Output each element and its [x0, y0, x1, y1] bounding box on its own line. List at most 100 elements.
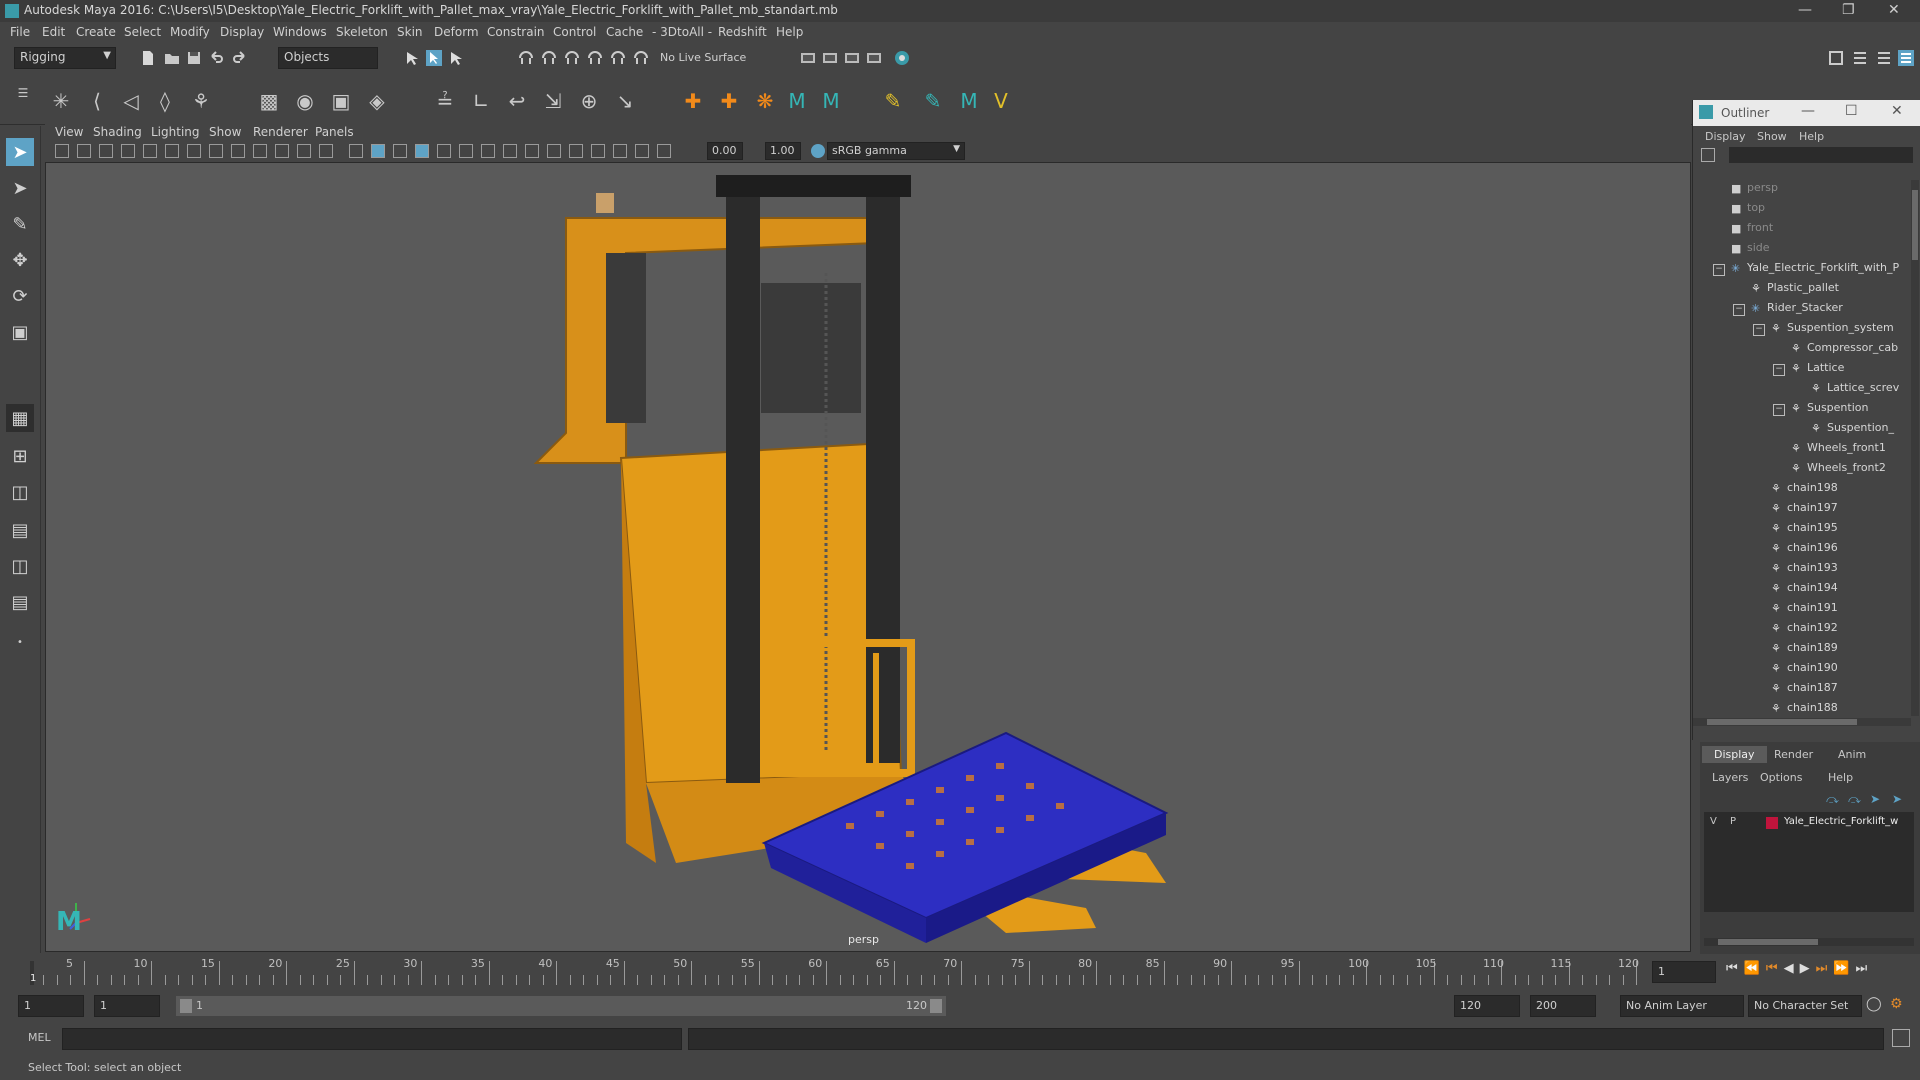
xray-icon[interactable] [569, 144, 583, 158]
prev-key-icon[interactable]: ⏮ [1766, 961, 1784, 976]
character-set-dropdown[interactable]: No Character Set [1748, 995, 1862, 1017]
layer-row[interactable]: V P Yale_Electric_Forklift_w [1704, 814, 1914, 832]
pole-vector-icon[interactable]: ↘ [612, 88, 638, 114]
select-hierarchy-icon[interactable] [404, 50, 420, 66]
xray-components-icon[interactable] [613, 144, 627, 158]
collapse-icon[interactable]: − [1713, 264, 1725, 276]
outliner-scrollbar[interactable] [1911, 180, 1919, 716]
tab-display[interactable]: Display [1702, 746, 1767, 763]
outliner-item[interactable]: ⚘ chain189 [1693, 640, 1903, 658]
script-editor-icon[interactable] [1892, 1029, 1910, 1047]
viewport-menu-show[interactable]: Show [209, 125, 241, 139]
collapse-icon[interactable]: − [1773, 404, 1785, 416]
menu-file[interactable]: File [10, 25, 30, 39]
locator-icon[interactable]: ✚ [680, 88, 706, 114]
layer-menu-layers[interactable]: Layers [1712, 771, 1748, 784]
quick-rig-icon[interactable]: M [956, 88, 982, 114]
select-component-icon[interactable] [448, 50, 464, 66]
snap-grid-icon[interactable] [518, 50, 534, 66]
menu-deform[interactable]: Deform [434, 25, 479, 39]
perspective-viewport[interactable]: persp M [45, 162, 1691, 952]
new-layer-selected-icon[interactable]: ➤ [1870, 792, 1880, 806]
hik-character-icon[interactable]: M [784, 88, 810, 114]
safe-action-icon[interactable] [297, 144, 311, 158]
script-language-label[interactable]: MEL [28, 1031, 51, 1044]
range-start-handle[interactable] [180, 999, 192, 1013]
bind-skin-icon[interactable]: ▩ [256, 88, 282, 114]
outliner-item[interactable]: − ⚘ Lattice [1693, 360, 1903, 378]
bookmark-icon[interactable] [99, 144, 113, 158]
outliner-item[interactable]: ⚘ chain187 [1693, 680, 1903, 698]
tab-render[interactable]: Render [1774, 748, 1813, 761]
anim-layer-dropdown[interactable]: No Anim Layer [1620, 995, 1744, 1017]
outliner-item[interactable]: ⚘ chain195 [1693, 520, 1903, 538]
paint-weights-icon[interactable]: ✎ [880, 88, 906, 114]
viewport-menu-shading[interactable]: Shading [93, 125, 142, 139]
layout-menu-icon[interactable]: • [6, 628, 34, 656]
resolution-gate-icon[interactable] [231, 144, 245, 158]
hypershade-icon[interactable] [894, 50, 910, 66]
range-end-handle[interactable] [930, 999, 942, 1013]
undo-icon[interactable] [208, 50, 224, 66]
outliner-item[interactable]: ⚘ Compressor_cab [1693, 340, 1903, 358]
gamma-icon[interactable] [657, 144, 671, 158]
menu-help[interactable]: Help [776, 25, 803, 39]
outliner-item[interactable]: ⚘ chain192 [1693, 620, 1903, 638]
outliner-hscrollbar[interactable] [1693, 718, 1911, 726]
menu-edit[interactable]: Edit [42, 25, 65, 39]
select-camera-icon[interactable] [55, 144, 69, 158]
viewport-menu-lighting[interactable]: Lighting [151, 125, 200, 139]
outliner-item[interactable]: ⚘ Plastic_pallet [1693, 280, 1903, 298]
menu-create[interactable]: Create [76, 25, 116, 39]
hik-control-icon[interactable]: M [818, 88, 844, 114]
next-key-icon[interactable]: ⏭ [1816, 961, 1834, 976]
minimize-icon[interactable]: — [1801, 103, 1815, 119]
field-chart-icon[interactable] [275, 144, 289, 158]
snap-projected-icon[interactable] [587, 50, 603, 66]
outliner-filter-icon[interactable] [1701, 148, 1715, 162]
play-forward-icon[interactable]: ▶ [1800, 961, 1816, 976]
motion-blur-icon[interactable] [525, 144, 539, 158]
outliner-item[interactable]: ■ front [1693, 220, 1903, 238]
collapse-icon[interactable]: − [1773, 364, 1785, 376]
step-back-icon[interactable]: ⏪ [1744, 961, 1766, 976]
shape-editor-icon[interactable]: V [988, 88, 1014, 114]
outliner-item[interactable]: ■ persp [1693, 180, 1903, 198]
go-to-start-icon[interactable]: ⏮ [1726, 961, 1744, 976]
ambient-occlusion-icon[interactable] [503, 144, 517, 158]
playback-start-field[interactable]: 1 [94, 995, 160, 1017]
gamma-field[interactable]: 1.00 [765, 142, 801, 160]
insert-joint-icon[interactable]: ⟨ [84, 88, 110, 114]
scale-constraint-icon[interactable]: ⇲ [540, 88, 566, 114]
open-scene-icon[interactable] [164, 50, 180, 66]
point-constraint-icon[interactable]: ≟ [432, 88, 458, 114]
outliner-search-field[interactable] [1729, 147, 1913, 163]
save-scene-icon[interactable] [186, 50, 202, 66]
outliner-item[interactable]: ⚘ Suspention_ [1693, 420, 1903, 438]
viewport-menu-panels[interactable]: Panels [315, 125, 354, 139]
shelf-menu-icon[interactable]: ☰ [10, 80, 36, 106]
camera-attributes-icon[interactable] [77, 144, 91, 158]
outliner-menu-display[interactable]: Display [1705, 130, 1746, 143]
orient-constraint-icon[interactable]: ↩ [504, 88, 530, 114]
textured-icon[interactable] [437, 144, 451, 158]
2d-pan-zoom-icon[interactable] [143, 144, 157, 158]
redo-icon[interactable] [232, 50, 248, 66]
channel-box-icon[interactable] [1898, 50, 1914, 66]
isolate-select-icon[interactable] [547, 144, 561, 158]
selection-mode-dropdown[interactable]: Objects [278, 47, 378, 69]
wireframe-on-shaded-icon[interactable] [415, 144, 429, 158]
animation-start-field[interactable]: 1 [18, 995, 84, 1017]
xray-joints-icon[interactable] [591, 144, 605, 158]
close-icon[interactable]: ✕ [1891, 103, 1903, 119]
image-plane-icon[interactable] [121, 144, 135, 158]
layer-visibility-toggle[interactable]: V [1710, 816, 1717, 827]
parent-constraint-icon[interactable]: ⊕ [576, 88, 602, 114]
film-gate-icon[interactable] [209, 144, 223, 158]
outliner-item[interactable]: − ⚘ Suspention [1693, 400, 1903, 418]
menu-modify[interactable]: Modify [170, 25, 210, 39]
smooth-shade-icon[interactable] [371, 144, 385, 158]
move-layer-down-icon[interactable]: ⤼ [1848, 792, 1861, 807]
outliner-menu-show[interactable]: Show [1757, 130, 1787, 143]
attribute-editor-icon[interactable] [1852, 50, 1868, 66]
